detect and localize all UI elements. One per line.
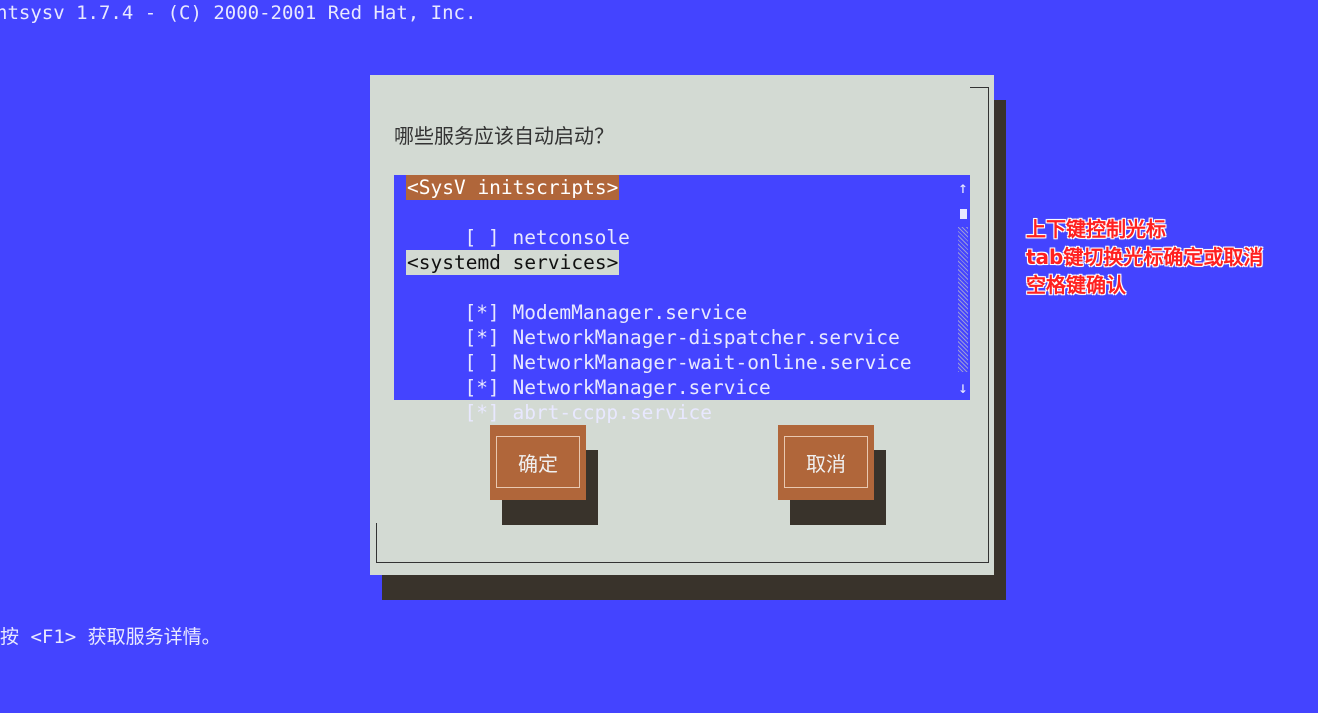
annotation-line: 空格键确认	[1026, 273, 1126, 297]
service-name: abrt-ccpp.service	[512, 401, 713, 424]
services-list[interactable]: <SysV initscripts> [ ]netconsole [*]netw…	[394, 175, 970, 424]
list-item[interactable]: [*] NetworkManager.service	[394, 350, 770, 399]
ok-button-label: 确定	[496, 436, 580, 488]
annotation-line: 上下键控制光标	[1026, 217, 1166, 241]
list-item[interactable]: [*]network	[394, 225, 594, 274]
checkbox[interactable]: [*]	[464, 400, 512, 425]
services-dialog: 哪些服务应该自动启动？ <SysV initscripts> [ ] netcon…	[370, 75, 994, 575]
list-item[interactable]: [*] ModemManager.service	[394, 275, 747, 324]
annotation-note: 上下键控制光标 tab键切换光标确定或取消 空格键确认	[1026, 215, 1312, 299]
dialog-frame-right	[988, 87, 989, 562]
app-title: ntsysv 1.7.4 - (C) 2000-2001 Red Hat, In…	[0, 2, 477, 24]
ok-button[interactable]: 确定	[490, 425, 586, 500]
group-header-systemd[interactable]: <systemd services>	[406, 250, 620, 275]
dialog-frame-top	[970, 87, 988, 88]
help-hint: 按 <F1> 获取服务详情。	[0, 626, 221, 648]
list-item[interactable]: [ ] NetworkManager-wait-online.service	[394, 325, 911, 374]
dialog-frame-bottom	[376, 562, 989, 563]
list-item[interactable]: [*] NetworkManager-dispatcher.service	[394, 300, 899, 349]
cancel-button-label: 取消	[784, 436, 868, 488]
scroll-down-arrow-icon[interactable]: ↓	[957, 375, 969, 400]
scroll-up-arrow-icon[interactable]: ↑	[957, 175, 969, 200]
dialog-frame-left	[376, 523, 377, 563]
cancel-button[interactable]: 取消	[778, 425, 874, 500]
annotation-line: tab键切换光标确定或取消	[1026, 245, 1264, 269]
scrollbar-thumb[interactable]	[960, 209, 967, 219]
scrollbar-track[interactable]	[958, 227, 968, 372]
list-item[interactable]: [ ] netconsole	[394, 200, 629, 249]
dialog-prompt: 哪些服务应该自动启动？	[394, 124, 614, 148]
list-item[interactable]: [*] abrt-ccpp.service	[394, 375, 712, 424]
group-header-sysv[interactable]: <SysV initscripts>	[406, 175, 620, 200]
